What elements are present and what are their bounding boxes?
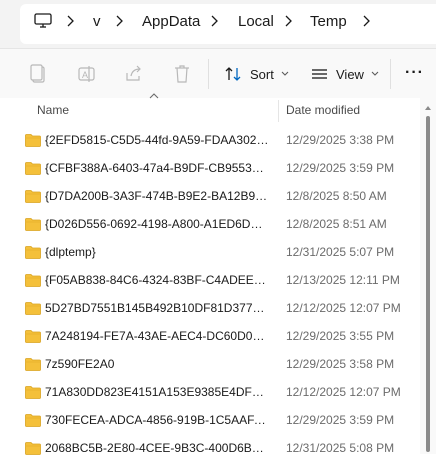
folder-icon: [25, 330, 41, 343]
file-name: {D7DA200B-3A3F-474B-B9E2-BA12B99E1...: [45, 189, 270, 203]
column-header-date-modified[interactable]: Date modified: [286, 103, 360, 117]
file-name: 7z590FE2A0: [45, 357, 115, 371]
view-label: View: [336, 66, 364, 82]
file-date-modified: 12/12/2025 12:07 PM: [286, 301, 401, 315]
file-name: 5D27BD7551B145B492B10DF81D3773EE: [45, 301, 270, 315]
file-date-modified: 12/31/2025 5:08 PM: [286, 441, 395, 455]
folder-icon: [25, 358, 41, 371]
delete-icon[interactable]: [173, 64, 191, 84]
toolbar-divider: [390, 59, 391, 89]
command-bar: A Sort View ···: [0, 48, 436, 100]
list-item[interactable]: 730FECEA-ADCA-4856-919B-1C5AAFAE2... 12/…: [0, 406, 420, 434]
breadcrumb-item-local[interactable]: Local: [238, 13, 274, 30]
folder-icon: [25, 134, 41, 147]
file-date-modified: 12/31/2025 5:07 PM: [286, 245, 395, 259]
folder-icon: [25, 162, 41, 175]
file-name: {CFBF388A-6403-47a4-B9DF-CB95535FED...: [45, 161, 270, 175]
sort-ascending-icon: [149, 93, 159, 99]
scroll-up-arrow-icon[interactable]: [425, 106, 431, 110]
breadcrumb-item-temp[interactable]: Temp: [310, 13, 347, 30]
list-item[interactable]: 5D27BD7551B145B492B10DF81D3773EE 12/12/2…: [0, 294, 420, 322]
file-name: {F05AB838-84C6-4324-83BF-C4ADEE65F6...: [45, 273, 270, 287]
share-icon[interactable]: [124, 64, 144, 84]
file-date-modified: 12/29/2025 3:59 PM: [286, 161, 395, 175]
file-date-modified: 12/29/2025 3:58 PM: [286, 357, 395, 371]
breadcrumb-item-user[interactable]: v: [93, 13, 101, 30]
list-item[interactable]: 7z590FE2A0 12/29/2025 3:58 PM: [0, 350, 420, 378]
svg-text:A: A: [82, 70, 88, 80]
list-view-icon: [312, 69, 327, 79]
chevron-right-icon[interactable]: [282, 13, 296, 29]
file-date-modified: 12/29/2025 3:38 PM: [286, 133, 395, 147]
breadcrumb-item-appdata[interactable]: AppData: [142, 13, 200, 30]
file-list: Name Date modified {2EFD5815-C5D5-44fd-9…: [0, 93, 420, 455]
view-button[interactable]: View: [311, 61, 379, 87]
computer-icon[interactable]: [34, 13, 52, 29]
folder-icon: [25, 414, 41, 427]
column-header-name[interactable]: Name: [37, 103, 69, 117]
chevron-right-icon[interactable]: [64, 13, 78, 29]
rename-icon[interactable]: A: [77, 64, 97, 84]
list-item[interactable]: 71A830DD823E4151A153E9385E4DF9FB 12/12/2…: [0, 378, 420, 406]
list-item[interactable]: {F05AB838-84C6-4324-83BF-C4ADEE65F6... 1…: [0, 266, 420, 294]
list-item[interactable]: {CFBF388A-6403-47a4-B9DF-CB95535FED... 1…: [0, 154, 420, 182]
file-date-modified: 12/13/2025 12:11 PM: [286, 273, 400, 287]
chevron-down-icon: [281, 71, 289, 76]
file-name: 7A248194-FE7A-43AE-AEC4-DC60D02042...: [45, 329, 270, 343]
list-item[interactable]: {D026D556-0692-4198-A800-A1ED6DA11... 12…: [0, 210, 420, 238]
chevron-right-icon[interactable]: [360, 13, 374, 29]
sort-icon: [225, 67, 241, 81]
file-date-modified: 12/8/2025 8:51 AM: [286, 217, 387, 231]
scrollbar-thumb[interactable]: [426, 116, 430, 452]
list-item[interactable]: 7A248194-FE7A-43AE-AEC4-DC60D02042... 12…: [0, 322, 420, 350]
file-name: {2EFD5815-C5D5-44fd-9A59-FDAA30250...: [45, 133, 270, 147]
chevron-right-icon[interactable]: [208, 13, 222, 29]
address-bar: v AppData Local Temp: [0, 0, 436, 48]
file-date-modified: 12/12/2025 12:07 PM: [286, 385, 401, 399]
file-name: 71A830DD823E4151A153E9385E4DF9FB: [45, 385, 270, 399]
file-name: 2068BC5B-2E80-4CEE-9B3C-400D6B5AA0...: [45, 441, 270, 455]
vertical-scrollbar[interactable]: [420, 98, 436, 454]
folder-icon: [25, 218, 41, 231]
file-name: 730FECEA-ADCA-4856-919B-1C5AAFAE2...: [45, 413, 270, 427]
file-date-modified: 12/29/2025 3:59 PM: [286, 413, 395, 427]
chevron-down-icon: [371, 71, 379, 76]
sort-label: Sort: [250, 66, 274, 82]
list-item[interactable]: {dlptemp} 12/31/2025 5:07 PM: [0, 238, 420, 266]
folder-icon: [25, 386, 41, 399]
folder-icon: [25, 302, 41, 315]
folder-icon: [25, 274, 41, 287]
copy-icon[interactable]: [29, 64, 47, 84]
column-header-row: Name Date modified: [0, 93, 420, 124]
list-item[interactable]: 2068BC5B-2E80-4CEE-9B3C-400D6B5AA0... 12…: [0, 434, 420, 462]
folder-icon: [25, 190, 41, 203]
file-date-modified: 12/29/2025 3:55 PM: [286, 329, 395, 343]
list-item[interactable]: {D7DA200B-3A3F-474B-B9E2-BA12B99E1... 12…: [0, 182, 420, 210]
folder-icon: [25, 442, 41, 455]
file-name: {D026D556-0692-4198-A800-A1ED6DA11...: [45, 217, 270, 231]
folder-icon: [25, 246, 41, 259]
toolbar-divider: [208, 59, 209, 89]
chevron-right-icon[interactable]: [113, 13, 127, 29]
more-options-icon[interactable]: ···: [405, 64, 424, 82]
file-name: {dlptemp}: [45, 245, 96, 259]
list-item[interactable]: {2EFD5815-C5D5-44fd-9A59-FDAA30250... 12…: [0, 126, 420, 154]
file-date-modified: 12/8/2025 8:50 AM: [286, 189, 387, 203]
sort-button[interactable]: Sort: [224, 61, 289, 87]
column-resize-handle[interactable]: [278, 100, 279, 122]
